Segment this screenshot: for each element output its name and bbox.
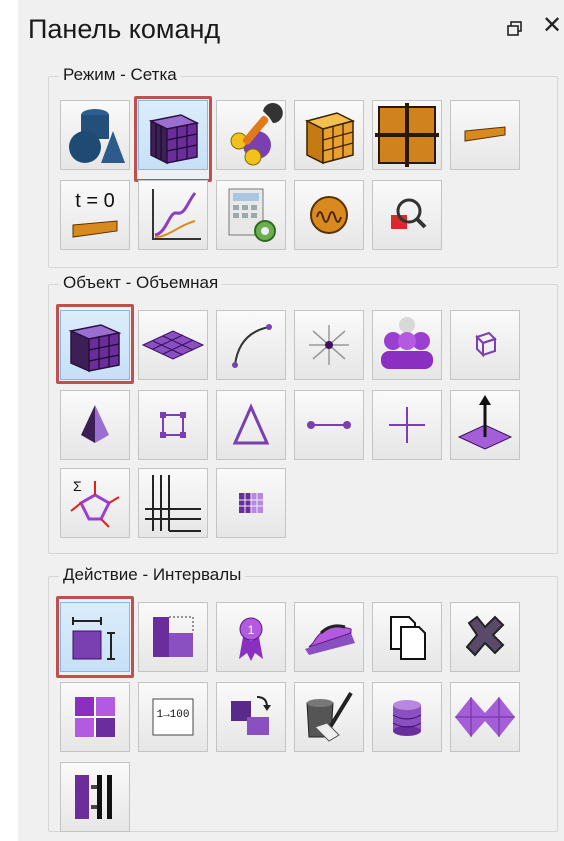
edge-band-button[interactable]: [450, 100, 520, 170]
merge-blocks-button[interactable]: [60, 682, 130, 752]
face-square-icon: [160, 412, 186, 438]
chart-curve-icon: [152, 189, 201, 240]
delete-cross-icon: [465, 615, 505, 657]
panel-titlebar: Панель команд ✕: [18, 0, 564, 60]
vertex-star-icon: [309, 325, 349, 365]
database-button[interactable]: [372, 682, 442, 752]
volume-object-button[interactable]: [60, 310, 130, 380]
group-label: Режим - Сетка: [59, 65, 181, 85]
curve-edge-icon: [232, 324, 272, 368]
award-button[interactable]: 1: [216, 602, 286, 672]
count-button[interactable]: 1→100: [138, 682, 208, 752]
interval-edit-icon: [72, 617, 115, 660]
pin-icon[interactable]: [506, 20, 524, 38]
database-cylinder-icon: [392, 700, 422, 736]
zoom-inspect-button[interactable]: [372, 180, 442, 250]
grid-blocks-button[interactable]: [372, 100, 442, 170]
vertex-button[interactable]: [294, 310, 364, 380]
command-panel: Панель команд ✕ Режим - Сетка Объект - О…: [18, 0, 564, 841]
group-assembly-icon: [381, 317, 433, 369]
wave-signal-icon: [310, 196, 348, 234]
surface-mesh-plane-icon: [141, 330, 205, 360]
zoom-inspect-icon: [391, 198, 427, 229]
close-icon[interactable]: ✕: [542, 14, 562, 38]
svg-text:Σ: Σ: [73, 478, 82, 494]
count-1-100-icon: 1→100: [152, 698, 194, 736]
point-cross-button[interactable]: [372, 390, 442, 460]
chart-curve-button[interactable]: [138, 180, 208, 250]
pyramid-icon: [81, 405, 109, 443]
time-zero-icon: t = 0: [72, 190, 118, 238]
small-block-button[interactable]: [450, 310, 520, 380]
triangle-button[interactable]: [216, 390, 286, 460]
split-blocks-icon: [153, 616, 194, 657]
geometry-shapes-icon: [69, 109, 125, 163]
surface-mesh-button[interactable]: [138, 310, 208, 380]
distribute-bars-icon: [75, 775, 112, 819]
small-block-icon: [475, 331, 497, 358]
panel-title: Панель команд: [28, 14, 221, 44]
paint-bucket-button[interactable]: [294, 682, 364, 752]
smooth-iron-button[interactable]: [294, 602, 364, 672]
diamond-mesh-icon: [455, 697, 515, 737]
interval-edit-button[interactable]: [60, 602, 130, 672]
copy-button[interactable]: [372, 602, 442, 672]
point-cross-icon: [389, 407, 425, 443]
volume-mesh-cube-icon: [148, 114, 200, 165]
curve-edge-button[interactable]: [216, 310, 286, 380]
time-zero-text: t = 0: [75, 190, 114, 212]
pyramid-button[interactable]: [60, 390, 130, 460]
layers-grid-icon: [145, 475, 201, 532]
count-text: 1→100: [156, 709, 189, 721]
group-label: Действие - Интервалы: [59, 565, 246, 585]
delete-button[interactable]: [450, 602, 520, 672]
calculator-button[interactable]: [216, 180, 286, 250]
paint-bucket-icon: [306, 691, 353, 742]
time-zero-button[interactable]: t = 0: [60, 180, 130, 250]
grid-quad-blocks-icon: [375, 103, 439, 167]
transfer-blocks-button[interactable]: [216, 682, 286, 752]
small-grid-icon: [239, 493, 263, 513]
mesh-tools-wrench-icon: [230, 103, 283, 166]
layers-grid-button[interactable]: [138, 468, 208, 538]
diamond-mesh-button[interactable]: [450, 682, 520, 752]
geometry-button[interactable]: [60, 100, 130, 170]
normal-vector-icon: [457, 395, 513, 450]
normal-vector-button[interactable]: [450, 390, 520, 460]
triangle-icon: [232, 403, 270, 445]
svg-text:1: 1: [248, 623, 255, 637]
sum-links-icon: Σ: [70, 478, 120, 528]
group-assembly-button[interactable]: [372, 310, 442, 380]
small-grid-button[interactable]: [216, 468, 286, 538]
block-cube-button[interactable]: [294, 100, 364, 170]
split-blocks-button[interactable]: [138, 602, 208, 672]
line-segment-icon: [307, 421, 351, 429]
transfer-blocks-icon: [231, 696, 271, 735]
group-label: Объект - Объемная: [59, 273, 223, 293]
wave-button[interactable]: [294, 180, 364, 250]
calculator-gear-icon: [228, 188, 276, 242]
orange-block-cube-icon: [304, 112, 356, 165]
award-ribbon-icon: 1: [239, 617, 263, 661]
face-square-button[interactable]: [138, 390, 208, 460]
sum-links-button[interactable]: Σ: [60, 468, 130, 538]
distribute-button[interactable]: [60, 762, 130, 832]
merge-blocks-icon: [75, 697, 115, 737]
mesh-tools-button[interactable]: [216, 100, 286, 170]
edge-band-icon: [464, 126, 506, 142]
smooth-iron-icon: [305, 624, 355, 655]
copy-document-icon: [390, 616, 426, 660]
volume-mesh-button[interactable]: [138, 100, 208, 170]
line-segment-button[interactable]: [294, 390, 364, 460]
volume-object-cube-icon: [68, 324, 122, 373]
